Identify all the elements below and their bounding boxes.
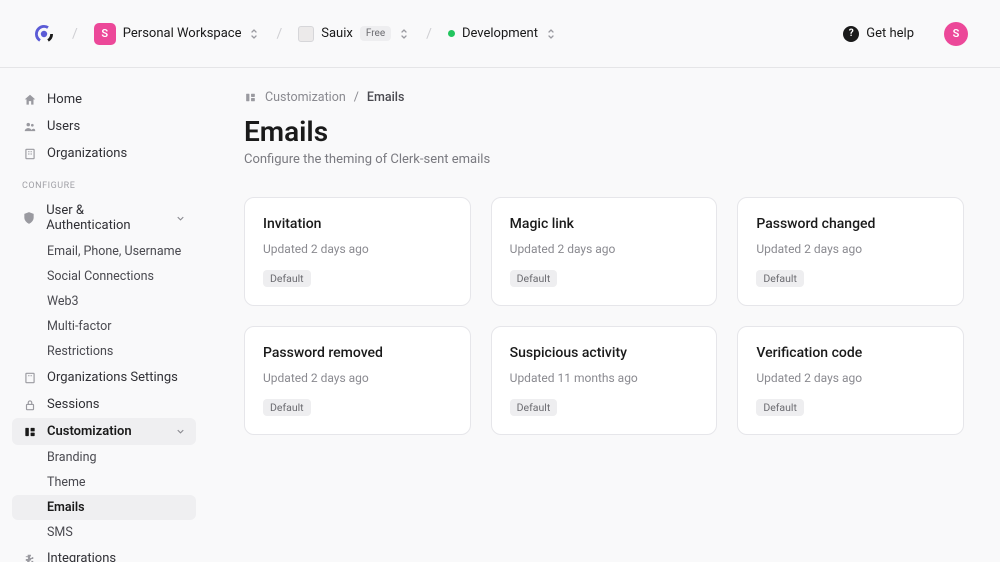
- user-avatar[interactable]: S: [944, 22, 968, 46]
- sidebar-item-sessions[interactable]: Sessions: [12, 391, 196, 418]
- card-title: Verification code: [756, 345, 945, 361]
- card-title: Invitation: [263, 216, 452, 232]
- puzzle-icon: [22, 551, 37, 562]
- card-updated: Updated 2 days ago: [510, 242, 699, 256]
- card-title: Magic link: [510, 216, 699, 232]
- email-card-verification-code[interactable]: Verification code Updated 2 days ago Def…: [737, 326, 964, 435]
- sidebar: Home Users Organizations CONFIGURE User …: [0, 68, 208, 562]
- breadcrumb-separator: /: [354, 90, 359, 105]
- sidebar-item-label: Home: [47, 92, 82, 107]
- breadcrumb: Customization / Emails: [244, 90, 964, 105]
- home-icon: [22, 92, 37, 107]
- card-updated: Updated 2 days ago: [263, 242, 452, 256]
- sidebar-item-customization[interactable]: Customization: [12, 418, 196, 445]
- sidebar-sub-branding[interactable]: Branding: [12, 445, 196, 470]
- clerk-logo[interactable]: [32, 22, 56, 46]
- sidebar-item-integrations[interactable]: Integrations: [12, 545, 196, 562]
- env-status-dot-icon: [448, 30, 455, 37]
- breadcrumb-current: Emails: [367, 90, 405, 105]
- sidebar-item-label: User & Authentication: [46, 203, 165, 233]
- card-updated: Updated 2 days ago: [263, 371, 452, 385]
- sidebar-item-label: Integrations: [47, 551, 116, 562]
- selector-caret-icon: [248, 28, 260, 40]
- selector-caret-icon: [398, 28, 410, 40]
- workspace-selector[interactable]: S Personal Workspace: [94, 23, 261, 45]
- app-name: Sauix: [321, 26, 353, 41]
- help-icon: ?: [843, 26, 859, 42]
- card-badge: Default: [510, 270, 558, 287]
- sidebar-item-label: Users: [47, 119, 80, 134]
- get-help-button[interactable]: ? Get help: [843, 26, 914, 42]
- email-card-password-changed[interactable]: Password changed Updated 2 days ago Defa…: [737, 197, 964, 306]
- card-badge: Default: [263, 399, 311, 416]
- sidebar-item-label: Customization: [47, 424, 132, 439]
- sidebar-sub-social-connections[interactable]: Social Connections: [12, 264, 196, 289]
- sidebar-item-org-settings[interactable]: Organizations Settings: [12, 364, 196, 391]
- chevron-down-icon: [175, 426, 186, 437]
- workspace-name: Personal Workspace: [123, 26, 242, 41]
- environment-name: Development: [462, 26, 538, 41]
- card-badge: Default: [756, 270, 804, 287]
- email-templates-grid: Invitation Updated 2 days ago Default Ma…: [244, 197, 964, 435]
- sidebar-sub-restrictions[interactable]: Restrictions: [12, 339, 196, 364]
- sidebar-sub-emails[interactable]: Emails: [12, 495, 196, 520]
- sidebar-item-organizations[interactable]: Organizations: [12, 140, 196, 167]
- card-badge: Default: [756, 399, 804, 416]
- selector-caret-icon: [545, 28, 557, 40]
- breadcrumb-separator: /: [426, 26, 432, 42]
- sidebar-item-user-auth[interactable]: User & Authentication: [12, 197, 196, 239]
- workspace-badge: S: [94, 23, 116, 45]
- sidebar-item-label: Sessions: [47, 397, 100, 412]
- main-content: Customization / Emails Emails Configure …: [208, 68, 1000, 562]
- card-title: Password removed: [263, 345, 452, 361]
- card-updated: Updated 11 months ago: [510, 371, 699, 385]
- organizations-icon: [22, 146, 37, 161]
- card-badge: Default: [510, 399, 558, 416]
- sidebar-sub-sms[interactable]: SMS: [12, 520, 196, 545]
- shield-icon: [22, 211, 36, 226]
- card-title: Password changed: [756, 216, 945, 232]
- organizations-icon: [22, 370, 37, 385]
- email-card-magic-link[interactable]: Magic link Updated 2 days ago Default: [491, 197, 718, 306]
- customization-icon: [244, 91, 257, 104]
- page-subtitle: Configure the theming of Clerk-sent emai…: [244, 152, 964, 167]
- sidebar-sub-theme[interactable]: Theme: [12, 470, 196, 495]
- card-updated: Updated 2 days ago: [756, 242, 945, 256]
- card-updated: Updated 2 days ago: [756, 371, 945, 385]
- sidebar-sub-email-phone-username[interactable]: Email, Phone, Username: [12, 239, 196, 264]
- customization-icon: [22, 424, 37, 439]
- email-card-password-removed[interactable]: Password removed Updated 2 days ago Defa…: [244, 326, 471, 435]
- breadcrumb-parent[interactable]: Customization: [265, 90, 346, 105]
- card-title: Suspicious activity: [510, 345, 699, 361]
- help-label: Get help: [866, 26, 914, 41]
- topbar: / S Personal Workspace / Sauix Free / De…: [0, 0, 1000, 68]
- chevron-down-icon: [175, 213, 186, 224]
- app-selector[interactable]: Sauix Free: [298, 26, 410, 42]
- plan-chip: Free: [360, 26, 391, 41]
- environment-selector[interactable]: Development: [448, 26, 557, 41]
- app-icon: [298, 26, 314, 42]
- sidebar-item-label: Organizations Settings: [47, 370, 178, 385]
- card-badge: Default: [263, 270, 311, 287]
- breadcrumb-separator: /: [276, 26, 282, 42]
- sidebar-item-label: Organizations: [47, 146, 127, 161]
- sidebar-sub-web3[interactable]: Web3: [12, 289, 196, 314]
- sidebar-section-label: CONFIGURE: [12, 167, 196, 197]
- lock-icon: [22, 397, 37, 412]
- email-card-suspicious-activity[interactable]: Suspicious activity Updated 11 months ag…: [491, 326, 718, 435]
- sidebar-item-users[interactable]: Users: [12, 113, 196, 140]
- page-title: Emails: [244, 115, 964, 148]
- sidebar-item-home[interactable]: Home: [12, 86, 196, 113]
- sidebar-sub-multi-factor[interactable]: Multi-factor: [12, 314, 196, 339]
- users-icon: [22, 119, 37, 134]
- breadcrumb-separator: /: [72, 26, 78, 42]
- email-card-invitation[interactable]: Invitation Updated 2 days ago Default: [244, 197, 471, 306]
